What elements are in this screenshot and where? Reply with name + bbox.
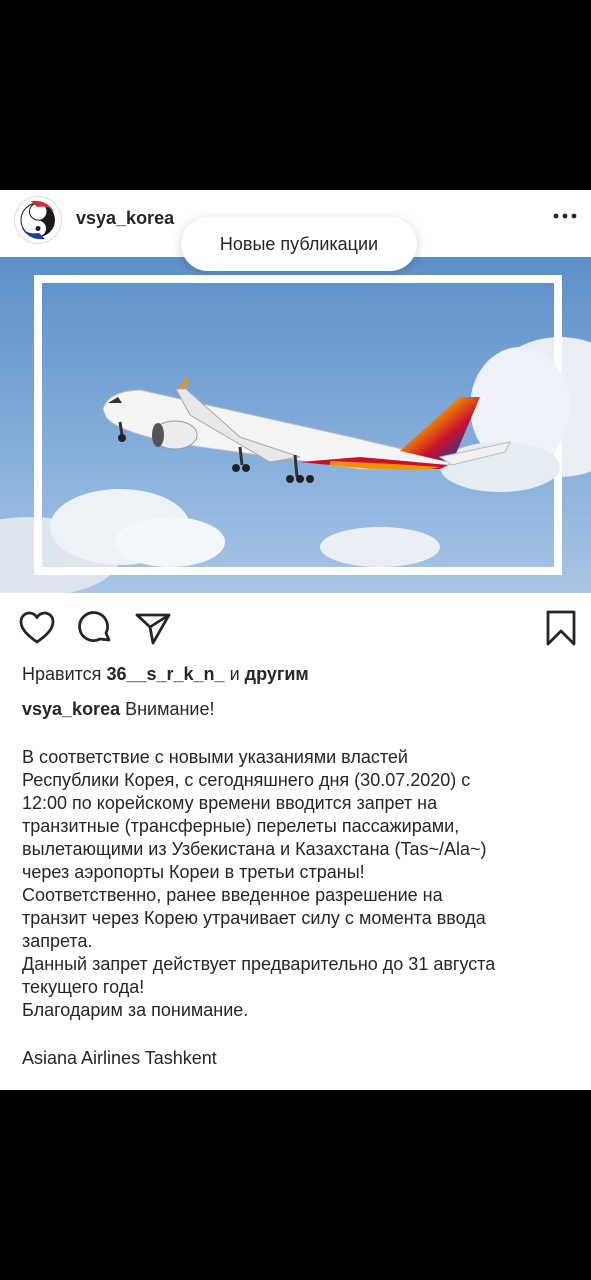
caption-signature: Asiana Airlines Tashkent xyxy=(22,1048,217,1068)
instagram-post: vsya_korea Новые публикации Нравится 36_… xyxy=(0,190,591,1090)
caption-line: В соответствие с новыми указаниями власт… xyxy=(22,747,408,767)
profile-logo-icon xyxy=(16,198,60,242)
airplane-photo xyxy=(0,257,591,597)
caption-line: вылетающими из Узбекистана и Казахстана … xyxy=(22,839,487,859)
post-image[interactable] xyxy=(0,257,591,597)
new-posts-button[interactable]: Новые публикации xyxy=(181,217,417,271)
bookmark-icon[interactable] xyxy=(542,609,580,647)
caption-line: 12:00 по корейскому времени вводится зап… xyxy=(22,793,438,813)
share-icon[interactable] xyxy=(134,609,172,647)
caption-line: Соответственно, ранее введенное разрешен… xyxy=(22,885,443,905)
post-username[interactable]: vsya_korea xyxy=(76,208,174,229)
caption-body: В соответствие с новыми указаниями власт… xyxy=(22,746,582,1022)
caption-line: Республики Корея, с сегодняшнего дня (30… xyxy=(22,770,471,790)
more-icon[interactable] xyxy=(553,206,577,226)
avatar[interactable] xyxy=(14,196,62,244)
post-caption: vsya_korea Внимание! В соответствие с но… xyxy=(22,698,582,1070)
likes-conjunction: и xyxy=(229,664,240,684)
caption-username[interactable]: vsya_korea xyxy=(22,699,120,719)
comment-icon[interactable] xyxy=(76,609,114,647)
caption-line: транзитные (трансферные) перелеты пассаж… xyxy=(22,816,460,836)
caption-headline: Внимание! xyxy=(125,699,215,719)
caption-line: Данный запрет действует предварительно д… xyxy=(22,954,496,974)
liked-by-others[interactable]: другим xyxy=(245,664,309,684)
caption-line: запрета. xyxy=(22,931,93,951)
liked-by-user[interactable]: 36__s_r_k_n_ xyxy=(106,664,224,684)
caption-line: Благодарим за понимание. xyxy=(22,1000,249,1020)
caption-line: текущего года! xyxy=(22,977,145,997)
post-actions xyxy=(0,603,591,653)
heart-icon[interactable] xyxy=(18,609,56,647)
caption-line: транзит через Корею утрачивает силу с мо… xyxy=(22,908,486,928)
likes-line: Нравится 36__s_r_k_n_ и другим xyxy=(22,664,309,685)
caption-line: через аэропорты Кореи в третьи страны! xyxy=(22,862,365,882)
likes-prefix: Нравится xyxy=(22,664,102,684)
